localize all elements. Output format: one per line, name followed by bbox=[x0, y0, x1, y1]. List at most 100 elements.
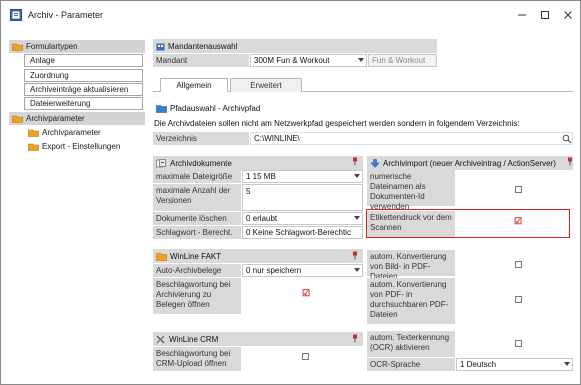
section-title: WinLine CRM bbox=[169, 334, 219, 344]
nav-item-anlage[interactable]: Anlage bbox=[24, 54, 143, 67]
versionen-input[interactable]: 5 bbox=[242, 184, 363, 211]
versionen-label: maximale Anzahl der Versionen bbox=[153, 184, 241, 211]
dokumente-loeschen-label: Dokumente löschen bbox=[153, 212, 241, 225]
numerische-dateinamen-label: numerische Dateinamen als Dokumenten-Id … bbox=[367, 170, 455, 211]
tab-label: Allgemein bbox=[176, 81, 212, 90]
pin-icon[interactable] bbox=[566, 157, 574, 166]
building-icon bbox=[156, 43, 165, 50]
main-panel: Mandantenauswahl Mandant 300M Fun & Work… bbox=[153, 31, 573, 381]
dokumente-loeschen-select[interactable]: 0 erlaubt bbox=[242, 212, 363, 225]
folder-icon bbox=[12, 115, 23, 123]
nav-item-archivparameter[interactable]: Archivparameter bbox=[25, 126, 101, 139]
nav-item-label: Zuordnung bbox=[30, 71, 69, 80]
left-navigation: Formulartypen Anlage Zuordnung Archivein… bbox=[6, 31, 145, 381]
search-icon[interactable] bbox=[562, 134, 572, 144]
auto-archivbelege-label: Auto-Archivbelege bbox=[153, 264, 241, 277]
verzeichnis-label: Verzeichnis bbox=[153, 132, 249, 145]
folder-icon bbox=[28, 129, 39, 137]
pin-icon[interactable] bbox=[351, 334, 359, 343]
app-icon bbox=[10, 9, 22, 21]
maximize-button[interactable] bbox=[534, 6, 556, 24]
nav-item-dateierweiterung[interactable]: Dateierweiterung bbox=[24, 97, 143, 110]
chevron-down-icon bbox=[564, 362, 570, 366]
nav-item-zuordnung[interactable]: Zuordnung bbox=[24, 69, 143, 82]
tab-erweitert[interactable]: Erweitert bbox=[230, 78, 302, 92]
folder-icon bbox=[156, 104, 167, 113]
import-arrow-icon bbox=[370, 158, 380, 168]
konvertierung-pdf-checkbox[interactable] bbox=[515, 296, 522, 303]
ocr-aktivieren-checkbox[interactable] bbox=[515, 340, 522, 347]
dateigroesse-label: maximale Dateigröße bbox=[153, 170, 241, 183]
nav-group-formulartypen[interactable]: Formulartypen bbox=[9, 40, 145, 53]
mandant-select[interactable]: 300M Fun & Workout bbox=[250, 54, 367, 67]
nav-item-export-einstellungen[interactable]: Export - Einstellungen bbox=[25, 140, 120, 153]
verzeichnis-input[interactable]: C:\WINLINE\ bbox=[250, 132, 573, 145]
dateigroesse-select[interactable]: 1 15 MB bbox=[242, 170, 363, 183]
tools-icon bbox=[156, 335, 165, 343]
field-value: 0 Keine Schlagwort-Berechtic bbox=[246, 228, 351, 237]
minimize-button[interactable] bbox=[511, 6, 533, 24]
konvertierung-bild-checkbox[interactable] bbox=[515, 261, 522, 268]
highlight-box bbox=[366, 209, 570, 238]
mandant-label: Mandant bbox=[153, 54, 249, 67]
folder-icon bbox=[12, 43, 23, 51]
ocr-sprache-select[interactable]: 1 Deutsch bbox=[456, 358, 573, 371]
nav-item-archiveintraege[interactable]: Archiveinträge aktualisieren bbox=[24, 83, 143, 96]
section-header-pfad: Pfadauswahl - Archivpfad bbox=[153, 101, 573, 115]
beschlagwortung-fakt-label: Beschlagwortung bei Archivierung zu Bele… bbox=[153, 278, 241, 314]
verzeichnis-value: C:\WINLINE\ bbox=[254, 134, 300, 143]
field-value: 1 15 MB bbox=[246, 172, 276, 181]
field-value: 1 Deutsch bbox=[460, 360, 497, 369]
chevron-down-icon bbox=[358, 58, 364, 62]
archive-parameter-window: Archiv - Parameter Formulartypen Anlage … bbox=[0, 0, 581, 385]
chevron-down-icon bbox=[354, 268, 360, 272]
section-title: Archivimport (neuer Archiveintrag / Acti… bbox=[383, 158, 556, 168]
konvertierung-bild-label: autom. Konvertierung von Bild- in PDF-Da… bbox=[367, 250, 455, 281]
numerische-dateinamen-checkbox[interactable] bbox=[515, 186, 522, 193]
chevron-down-icon bbox=[354, 174, 360, 178]
konvertierung-pdf-label: autom. Konvertierung von PDF- in durchsu… bbox=[367, 278, 455, 324]
mandant-value: 300M Fun & Workout bbox=[254, 56, 330, 65]
mandant-display-text: Fun & Workout bbox=[372, 56, 426, 65]
section-header-archivimport: Archivimport (neuer Archiveintrag / Acti… bbox=[367, 156, 573, 170]
beschlagwortung-crm-checkbox[interactable] bbox=[302, 353, 309, 360]
section-title: Pfadauswahl - Archivpfad bbox=[170, 103, 261, 113]
nav-item-label: Anlage bbox=[30, 56, 55, 65]
schlagwort-select[interactable]: 0 Keine Schlagwort-Berechtic bbox=[242, 226, 363, 239]
tab-allgemein[interactable]: Allgemein bbox=[160, 78, 228, 92]
pin-icon[interactable] bbox=[351, 157, 359, 166]
section-title: Archivdokumente bbox=[170, 158, 232, 168]
field-value: 5 bbox=[246, 187, 251, 196]
beschlagwortung-crm-label: Beschlagwortung bei CRM-Upload öffnen bbox=[153, 347, 241, 371]
nav-item-label: Export - Einstellungen bbox=[42, 142, 121, 151]
beschlagwortung-fakt-checkbox[interactable]: ☑ bbox=[302, 289, 310, 298]
section-header-mandant: Mandantenauswahl bbox=[153, 39, 437, 53]
schlagwort-label: Schlagwort - Berecht. bbox=[153, 226, 241, 239]
nav-item-label: Archivparameter bbox=[42, 128, 101, 137]
title-bar: Archiv - Parameter bbox=[1, 1, 580, 31]
ocr-sprache-label: OCR-Sprache bbox=[367, 358, 455, 371]
nav-group-label: Archivparameter bbox=[26, 114, 85, 123]
minimize-icon bbox=[518, 14, 526, 16]
pin-icon[interactable] bbox=[351, 251, 359, 260]
close-button[interactable] bbox=[557, 6, 579, 24]
nav-group-label: Formulartypen bbox=[26, 42, 78, 51]
nav-group-archivparameter[interactable]: Archivparameter bbox=[9, 112, 145, 125]
auto-archivbelege-select[interactable]: 0 nur speichern bbox=[242, 264, 363, 277]
pfad-note: Die Archivdateien sollen nicht am Netzwe… bbox=[154, 119, 520, 128]
mandant-display: Fun & Workout bbox=[368, 54, 437, 67]
window-title: Archiv - Parameter bbox=[28, 10, 104, 20]
chevron-down-icon bbox=[354, 216, 360, 220]
section-title: Mandantenauswahl bbox=[168, 41, 238, 51]
close-icon bbox=[564, 11, 572, 19]
section-header-crm: WinLine CRM bbox=[153, 332, 363, 346]
folder-icon bbox=[28, 143, 39, 151]
tab-label: Erweitert bbox=[250, 81, 282, 90]
nav-item-label: Archiveinträge aktualisieren bbox=[30, 85, 129, 94]
section-header-archivdokumente: Archivdokumente bbox=[153, 156, 363, 170]
maximize-icon bbox=[541, 11, 549, 19]
folder-icon bbox=[156, 252, 167, 261]
section-title: WinLine FAKT bbox=[170, 251, 222, 261]
section-header-fakt: WinLine FAKT bbox=[153, 249, 363, 263]
field-value: 0 erlaubt bbox=[246, 214, 278, 223]
